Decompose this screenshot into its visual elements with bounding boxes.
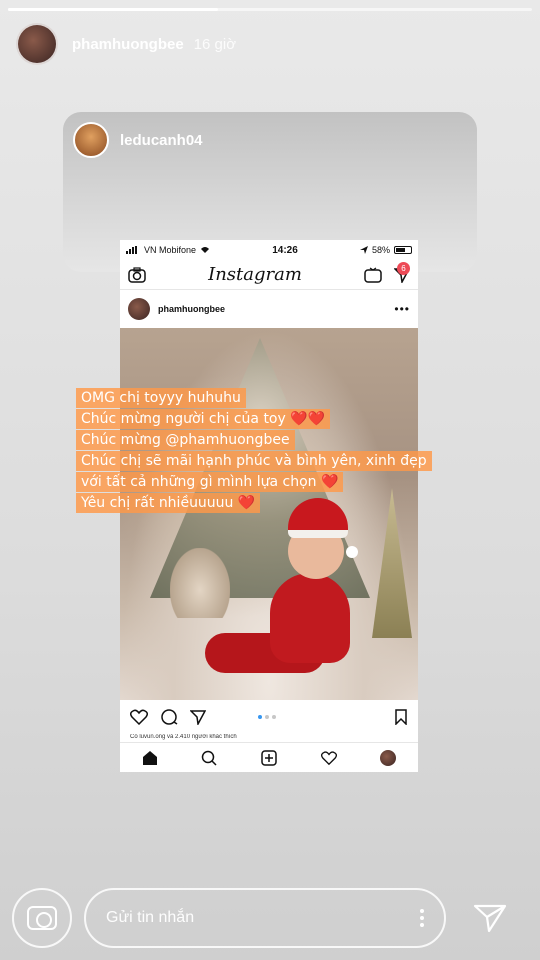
instagram-bottom-nav [120,742,418,772]
caption-line: Yêu chị rất nhiềuuuuu ❤️ [76,493,261,513]
post-avatar[interactable] [128,298,150,320]
story-time: 16 giờ [193,35,237,53]
santa-hat-pompom [346,546,358,558]
add-post-icon[interactable] [261,749,277,766]
comment-icon[interactable] [160,709,178,725]
carousel-dot [265,715,269,719]
battery-icon [394,246,412,254]
story-progress-bar [8,8,532,11]
bookmark-icon[interactable] [394,709,408,725]
profile-avatar-icon[interactable] [380,749,397,766]
carousel-dot [272,715,276,719]
child-body [270,573,350,663]
camera-icon[interactable] [128,266,146,283]
like-icon[interactable] [130,709,148,725]
location-icon [359,246,368,254]
camera-icon [27,906,57,930]
phone-clock: 14:26 [272,244,298,256]
send-button[interactable] [470,898,510,938]
reindeer-decoration [170,548,230,618]
wifi-icon [201,247,210,253]
reply-bar: Gửi tin nhắn [12,888,528,948]
likes-text: Có luvun.ong và 2.410 người khác thích [130,734,237,740]
caption-line: Chúc mừng người chị của toy ❤️❤️ [76,409,331,429]
message-input[interactable]: Gửi tin nhắn [84,888,446,948]
caption-line: Chúc chị sẽ mãi hạnh phúc và bình yên, x… [76,451,432,471]
story-header: phamhuongbee 16 giờ [16,22,236,66]
battery-percent: 58% [371,245,390,255]
post-username[interactable]: phamhuongbee [158,304,394,314]
instagram-logo: Instagram [208,264,302,285]
post-more-icon[interactable]: ••• [394,302,410,316]
camera-button[interactable] [12,888,72,948]
story-username[interactable]: phamhuongbee [72,36,184,53]
notification-badge: 6 [397,262,410,275]
repost-username[interactable]: leducanh04 [120,132,203,149]
caption-line: OMG chị toyyy huhuhu [76,388,246,408]
avatar[interactable] [16,23,58,65]
share-icon[interactable] [190,709,206,725]
igtv-icon[interactable] [364,267,382,283]
post-photo[interactable] [120,328,418,700]
repost-avatar[interactable] [73,122,109,158]
carousel-dots [258,715,276,719]
carousel-dot [258,715,262,719]
caption-line: với tất cả những gì mình lựa chọn ❤️ [76,472,344,492]
caption-line: Chúc mừng @phamhuongbee [76,430,295,450]
signal-icon [126,246,137,254]
more-icon[interactable] [420,909,424,927]
message-placeholder: Gửi tin nhắn [106,909,195,926]
carrier-label: VN Mobifone [144,245,197,255]
phone-status-bar: VN Mobifone 14:26 58% [120,240,418,260]
story-progress-fill [8,8,218,11]
instagram-top-bar: Instagram [120,260,418,290]
send-icon [473,904,507,933]
post-header: phamhuongbee ••• [120,290,418,328]
home-icon[interactable] [142,750,158,766]
story-caption: OMG chị toyyy huhuhu Chúc mừng người chị… [76,388,436,514]
activity-heart-icon[interactable] [320,750,337,766]
search-icon[interactable] [201,750,217,766]
